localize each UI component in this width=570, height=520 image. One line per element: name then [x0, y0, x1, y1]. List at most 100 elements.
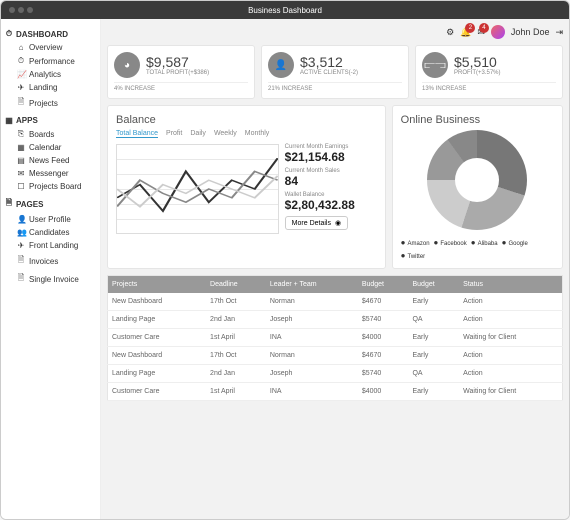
sidebar-item-icon: ✉ [17, 169, 25, 178]
sidebar-item-icon: 👤 [17, 215, 25, 224]
sidebar-item-icon: 🗎 [17, 96, 25, 110]
sidebar-item-icon: ⌂ [17, 43, 25, 52]
sidebar-item[interactable]: 📈 Analytics [5, 68, 96, 81]
sidebar-item-icon: 📈 [17, 70, 25, 79]
table-header: Budget [408, 276, 459, 294]
main-content: ⚙ 🔔2 ✉4 John Doe ⇥ ◕ $9,587TOTAL PROFIT(+… [101, 19, 569, 519]
balance-chart [116, 144, 279, 234]
card-footer: 21% INCREASE [268, 86, 402, 92]
sidebar-item-label: User Profile [29, 215, 71, 224]
sidebar-item[interactable]: ▦ Calendar [5, 141, 96, 154]
sidebar-item[interactable]: ✉ Messenger [5, 167, 96, 180]
table-header: Status [459, 276, 562, 294]
user-name: John Doe [511, 27, 550, 37]
arrow-icon: ◉ [335, 219, 341, 227]
balance-tab[interactable]: Daily [190, 130, 206, 138]
sidebar-item-icon: ▦ [17, 143, 25, 152]
balance-tab[interactable]: Total Balance [116, 130, 158, 138]
table-row[interactable]: New Dashboard17th OctNorman$4670EarlyAct… [108, 293, 563, 311]
sidebar-item-icon: 👥 [17, 228, 25, 237]
stat-value: 84 [285, 174, 377, 188]
sidebar-item[interactable]: 🗎 Invoices [5, 252, 96, 270]
table-header: Budget [358, 276, 409, 294]
sidebar-item[interactable]: 🗎 Projects [5, 94, 96, 112]
card-footer: 4% INCREASE [114, 86, 248, 92]
sidebar-item[interactable]: 👥 Candidates [5, 226, 96, 239]
sidebar-item-label: Single Invoice [29, 275, 79, 284]
sidebar-item-icon: 🗎 [17, 272, 25, 286]
table-row[interactable]: Customer Care1st AprilINA$4000EarlyWaiti… [108, 383, 563, 401]
donut-chart [427, 130, 527, 230]
table-row[interactable]: Landing Page2nd JanJoseph$5740QAAction [108, 311, 563, 329]
stat-card: ⫍⫎ $5,510PROFIT(+3.57%) 13% INCREASE [415, 45, 563, 99]
balance-tab[interactable]: Weekly [214, 130, 237, 138]
card-icon: 👤 [268, 52, 294, 78]
online-title: Online Business [401, 114, 554, 126]
stat-card: ◕ $9,587TOTAL PROFIT(+$386) 4% INCREASE [107, 45, 255, 99]
sidebar-item-label: News Feed [29, 156, 69, 165]
balance-tab[interactable]: Profit [166, 130, 182, 138]
legend-item: Twitter [401, 251, 426, 260]
sidebar-item[interactable]: ⎘ Boards [5, 127, 96, 141]
logout-icon[interactable]: ⇥ [555, 27, 563, 38]
sidebar-section-header: 🗎PAGES [5, 197, 96, 211]
sidebar-item[interactable]: ⏱ Performance [5, 54, 96, 68]
table-row[interactable]: New Dashboard17th OctNorman$4670EarlyAct… [108, 347, 563, 365]
sidebar-item[interactable]: ⌂Overview [5, 41, 96, 54]
balance-panel: Balance Total BalanceProfitDailyWeeklyMo… [107, 105, 386, 269]
sidebar-item-label: Landing [29, 83, 57, 92]
card-value: $5,510 [454, 54, 501, 70]
sidebar-item-label: Calendar [29, 143, 61, 152]
card-value: $9,587 [146, 54, 209, 70]
sidebar-item-label: Analytics [29, 70, 61, 79]
message-icon[interactable]: ✉4 [477, 27, 485, 38]
sidebar-item-icon: 🗎 [17, 254, 25, 268]
table-header: Deadline [206, 276, 266, 294]
sidebar-item[interactable]: ✈Front Landing [5, 239, 96, 252]
sidebar-item-icon: ✈ [17, 83, 25, 92]
sidebar-item[interactable]: ▤ News Feed [5, 154, 96, 167]
sidebar-item-label: Front Landing [29, 241, 78, 250]
window-title: Business Dashboard [248, 6, 322, 15]
sidebar-item[interactable]: 🗎 Single Invoice [5, 270, 96, 288]
table-row[interactable]: Landing Page2nd JanJoseph$5740QAAction [108, 365, 563, 383]
sidebar-item-label: Boards [29, 130, 54, 139]
avatar[interactable] [491, 25, 505, 39]
legend-item: Amazon [401, 238, 430, 247]
sidebar-item-label: Candidates [29, 228, 69, 237]
more-details-button[interactable]: More Details ◉ [285, 216, 348, 230]
legend-item: Facebook [434, 238, 467, 247]
sidebar-item-icon: ⎘ [17, 129, 25, 139]
settings-icon[interactable]: ⚙ [446, 27, 454, 38]
table-header: Leader + Team [266, 276, 358, 294]
sidebar-item-label: Performance [29, 57, 75, 66]
sidebar-item-label: Invoices [29, 257, 58, 266]
table-header: Projects [108, 276, 207, 294]
sidebar-section-header: ⏱DASHBOARD [5, 29, 96, 39]
sidebar-item-label: Messenger [29, 169, 69, 178]
online-business-panel: Online Business Amazon Facebook Alibaba Goo… [392, 105, 563, 269]
card-footer: 13% INCREASE [422, 86, 556, 92]
sidebar-item-icon: ⏱ [17, 56, 25, 66]
sidebar-item-icon: ▤ [17, 156, 25, 165]
stat-value: $2,80,432.88 [285, 198, 377, 212]
sidebar-section-header: ▦APPS [5, 116, 96, 125]
stat-value: $21,154.68 [285, 150, 377, 164]
card-icon: ◕ [114, 52, 140, 78]
sidebar-item[interactable]: ☐Projects Board [5, 180, 96, 193]
notification-bell-icon[interactable]: 🔔2 [460, 27, 471, 38]
card-label: TOTAL PROFIT(+$386) [146, 70, 209, 76]
legend-item: Alibaba [471, 238, 498, 247]
window-titlebar: Business Dashboard [1, 1, 569, 19]
card-label: ACTIVE CLIENTS(-2) [300, 70, 358, 76]
balance-tab[interactable]: Monthly [245, 130, 270, 138]
stat-card: 👤$3,512ACTIVE CLIENTS(-2)21% INCREASE [261, 45, 409, 99]
sidebar-item[interactable]: ✈ Landing [5, 81, 96, 94]
card-icon: ⫍⫎ [422, 52, 448, 78]
card-label: PROFIT(+3.57%) [454, 70, 501, 76]
legend-item: Google [502, 238, 528, 247]
sidebar-item[interactable]: 👤 User Profile [5, 213, 96, 226]
table-row[interactable]: Customer Care1st AprilINA$4000EarlyWaiti… [108, 329, 563, 347]
sidebar-item-label: Projects [29, 99, 58, 108]
projects-table: ProjectsDeadlineLeader + TeamBudgetBudge… [107, 275, 563, 401]
